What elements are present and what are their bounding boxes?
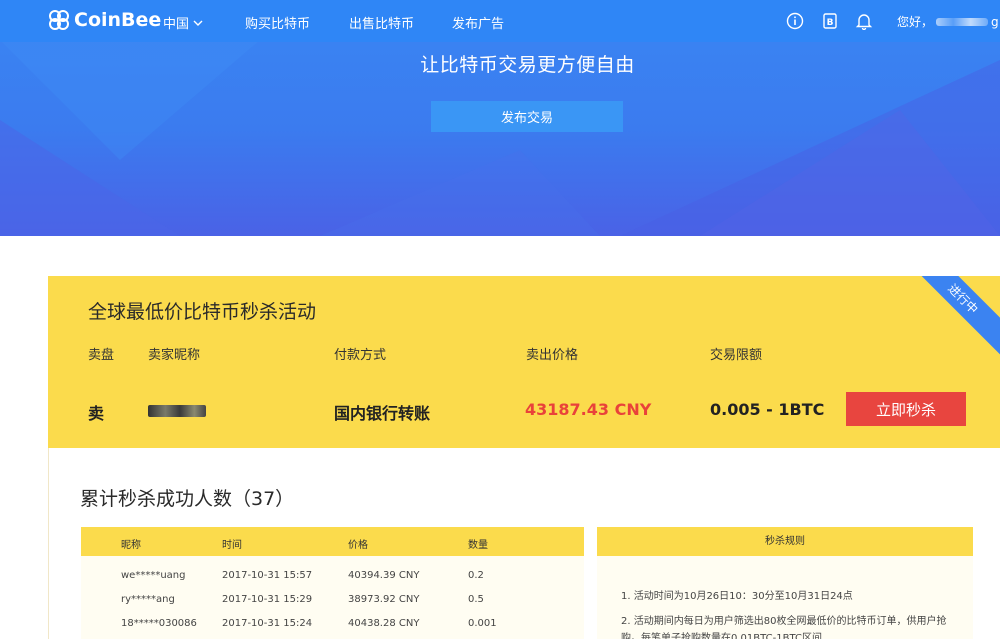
rule-item: 购。每笔单子抢购数量在0.01BTC-1BTC区间 [621, 633, 822, 639]
region-label: 中国 [163, 17, 190, 32]
header-sell-price: 卖出价格 [526, 348, 579, 363]
nav-post-ad[interactable]: 发布广告 [452, 13, 504, 32]
header-order-type: 卖盘 [88, 348, 115, 363]
rules-panel: 秒杀规则 1. 活动时间为10月26日10：30分至10月31日24点 2. 活… [597, 527, 973, 639]
row-quantity: 0.5 [468, 594, 484, 605]
th-quantity: 数量 [468, 540, 488, 551]
row-nickname: ry*****ang [121, 594, 175, 605]
top-navbar: CoinBee 中国 购买比特币 出售比特币 发布广告 B 您好， g [0, 0, 1000, 42]
row-quantity: 0.001 [468, 618, 497, 629]
seckill-now-button[interactable]: 立即秒杀 [846, 392, 966, 426]
coinbee-logo-icon [49, 10, 69, 30]
wallet-icon[interactable]: B [821, 12, 839, 30]
row-quantity: 0.2 [468, 570, 484, 581]
chevron-down-icon [193, 20, 203, 26]
username-tail: g [991, 14, 999, 29]
header-seller-name: 卖家昵称 [148, 348, 201, 363]
logo[interactable]: CoinBee [48, 9, 161, 31]
row-price: 38973.92 CNY [348, 594, 420, 605]
bell-icon[interactable] [855, 12, 873, 30]
seller-name-redacted[interactable] [148, 400, 206, 419]
row-price: 40394.39 CNY [348, 570, 420, 581]
th-time: 时间 [222, 540, 242, 551]
row-time: 2017-10-31 15:24 [222, 618, 313, 629]
header-trade-limit: 交易限额 [710, 348, 763, 363]
logo-text: CoinBee [74, 9, 162, 31]
payment-method-value: 国内银行转账 [334, 404, 431, 423]
page: CoinBee 中国 购买比特币 出售比特币 发布广告 B 您好， g 让比特币… [0, 0, 1000, 639]
th-nickname: 昵称 [121, 540, 141, 551]
order-type-value: 卖 [88, 404, 105, 423]
region-selector[interactable]: 中国 [163, 13, 203, 32]
sell-price-value: 43187.43 CNY [525, 400, 652, 419]
flash-sale-title: 全球最低价比特币秒杀活动 [88, 301, 317, 323]
success-count-title: 累计秒杀成功人数（37） [80, 488, 295, 510]
greeting-text: 您好， [897, 15, 934, 29]
nav-buy-bitcoin[interactable]: 购买比特币 [245, 13, 310, 32]
hero-title: 让比特币交易更方便自由 [420, 54, 635, 76]
header-payment-method: 付款方式 [334, 348, 387, 363]
rule-item: 2. 活动期间内每日为用户筛选出80枚全网最低价的比特币订单，供用户抢 [621, 616, 947, 627]
flash-sale-card: 全球最低价比特币秒杀活动 卖盘 卖家昵称 付款方式 卖出价格 交易限额 卖 国内… [48, 276, 1000, 448]
rules-title: 秒杀规则 [597, 527, 973, 556]
records-table-header: 昵称 时间 价格 数量 [81, 527, 584, 556]
row-time: 2017-10-31 15:29 [222, 594, 313, 605]
hero-banner: CoinBee 中国 购买比特币 出售比特币 发布广告 B 您好， g 让比特币… [0, 0, 1000, 236]
row-price: 40438.28 CNY [348, 618, 420, 629]
info-icon[interactable] [786, 12, 804, 30]
records-table: 昵称 时间 价格 数量 we*****uang 2017-10-31 15:57… [81, 527, 584, 639]
nav-sell-bitcoin[interactable]: 出售比特币 [349, 13, 414, 32]
row-time: 2017-10-31 15:57 [222, 570, 313, 581]
svg-text:B: B [827, 18, 834, 28]
post-trade-button[interactable]: 发布交易 [431, 101, 623, 132]
user-menu[interactable]: 您好， g [897, 13, 1000, 30]
trade-limit-value: 0.005 - 1BTC [710, 400, 825, 419]
th-price: 价格 [348, 540, 368, 551]
row-nickname: we*****uang [121, 570, 186, 581]
rule-item: 1. 活动时间为10月26日10：30分至10月31日24点 [621, 591, 853, 602]
status-ribbon: 进行中 [900, 276, 1000, 362]
username-redacted [936, 17, 989, 26]
row-nickname: 18*****030086 [121, 618, 197, 629]
